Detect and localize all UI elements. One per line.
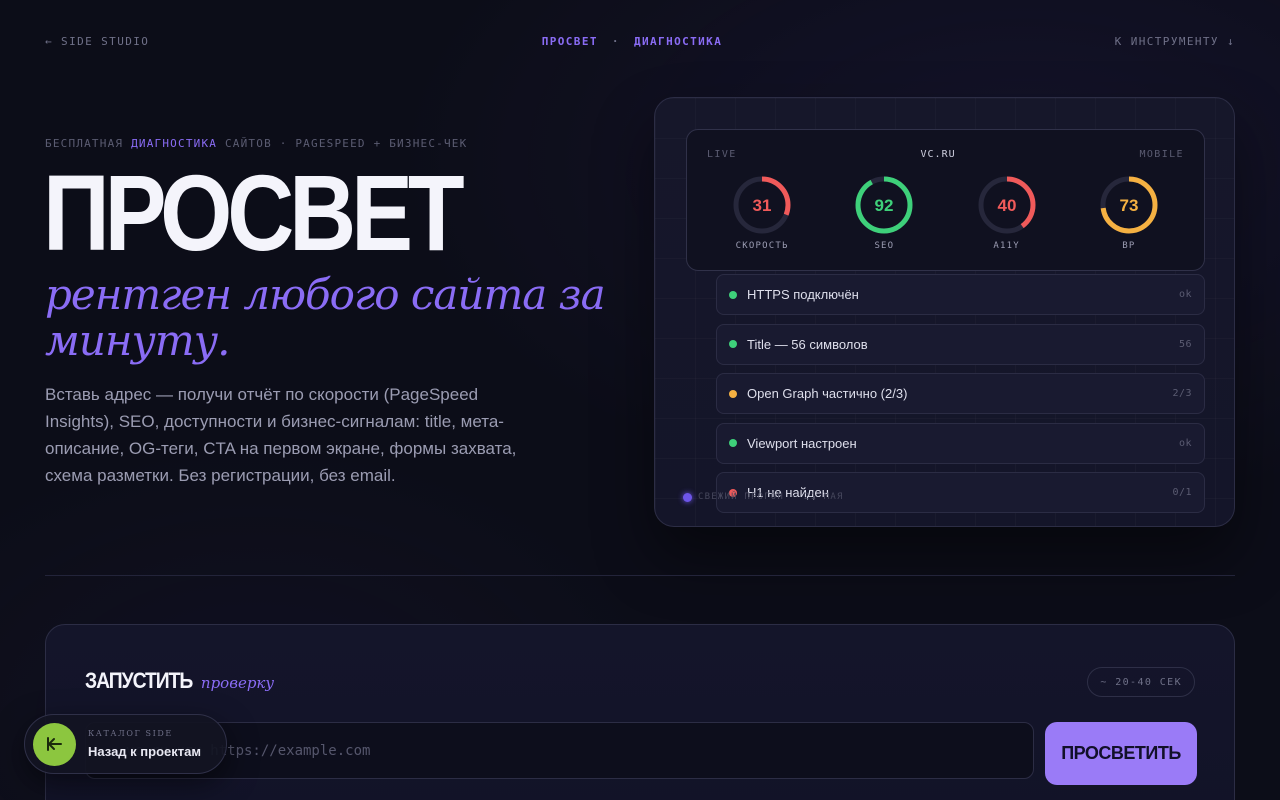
score-gauge: 40 A11Y [962, 174, 1052, 251]
gauge-label: A11Y [993, 241, 1020, 251]
gauge-ring: 73 [1100, 176, 1158, 234]
check-row: Title — 56 символов 56 [716, 323, 1205, 365]
check-value: 56 [1178, 338, 1192, 350]
fresh-run-text: СВЕЖИЙ ПРОГОН · 21 МАЯ [698, 492, 844, 502]
check-row: Viewport настроен ok [716, 422, 1205, 464]
check-row: HTTPS подключён ok [716, 274, 1205, 315]
gauge-value: 73 [1119, 196, 1138, 215]
run-check-panel: ЗАПУСТИТЬ проверку ~ 20-40 СЕК ПРОСВЕТИТ… [45, 624, 1235, 800]
score-gauge: 92 SEO [839, 174, 929, 251]
eyebrow-pre: БЕСПЛАТНАЯ [45, 137, 124, 150]
check-value: 0/1 [1172, 487, 1192, 498]
eta-badge: ~ 20-40 СЕК [1087, 667, 1195, 697]
scores-panel: LIVE VC.RU MOBILE 31 СКОРОСТЬ 92 SEO 40 A11Y 7… [686, 129, 1205, 271]
check-value: ok [1178, 437, 1192, 449]
status-dot-icon [729, 439, 737, 447]
gauge-label: СКОРОСТЬ [735, 241, 789, 251]
run-title-em: проверку [200, 674, 275, 692]
section-divider [45, 575, 1235, 576]
hero-title: ПРОСВЕТ [43, 152, 465, 273]
scan-button[interactable]: ПРОСВЕТИТЬ [1045, 722, 1197, 785]
check-label: Title — 56 символов [747, 336, 868, 352]
run-title-strong: ЗАПУСТИТЬ [85, 668, 193, 693]
hero-subtitle: рентген любого сайта за минуту. [45, 270, 606, 365]
gauge-ring: 92 [855, 176, 913, 234]
top-nav: ← SIDE STUDIO ПРОСВЕТ · ДИАГНОСТИКА К ИН… [45, 33, 1235, 49]
eyebrow-post: САЙТОВ · PAGESPEED + БИЗНЕС-ЧЕК [224, 137, 468, 150]
site-label: VC.RU [920, 149, 956, 160]
fresh-run-label: СВЕЖИЙ ПРОГОН · 21 МАЯ [683, 492, 844, 502]
fresh-dot-icon [683, 492, 692, 502]
gauge-ring: 40 [978, 176, 1036, 234]
live-label: LIVE [707, 149, 737, 160]
check-value: 2/3 [1172, 388, 1192, 399]
gauge-value: 31 [753, 196, 772, 215]
hero-description: Вставь адрес — получи отчёт по скорости … [45, 385, 517, 485]
url-input[interactable] [85, 722, 1034, 779]
arrow-left-icon[interactable] [33, 722, 76, 766]
status-dot-icon [729, 389, 737, 398]
gauge-label: SEO [874, 241, 895, 251]
brand-name[interactable]: ПРОСВЕТ [542, 35, 598, 48]
gauge-value: 92 [875, 196, 894, 215]
check-value: ok [1178, 289, 1192, 300]
breadcrumb-separator: · [611, 34, 620, 48]
back-pill-text: КАТАЛОГ SIDE Назад к проектам [88, 729, 201, 759]
check-label: HTTPS подключён [747, 287, 859, 302]
score-gauge: 31 СКОРОСТЬ [717, 174, 807, 251]
arrow-left-icon-svg [46, 737, 62, 751]
gauge-label: BP [1122, 241, 1136, 251]
back-to-projects-pill[interactable]: КАТАЛОГ SIDE Назад к проектам [24, 714, 227, 774]
eyebrow-accent: ДИАГНОСТИКА [131, 137, 218, 150]
catalog-label: КАТАЛОГ SIDE [88, 729, 173, 738]
scores-header: LIVE VC.RU MOBILE [707, 149, 1184, 160]
to-tool-link[interactable]: К ИНСТРУМЕНТУ ↓ [1115, 35, 1235, 48]
check-label: Open Graph частично (2/3) [747, 386, 908, 401]
score-gauges: 31 СКОРОСТЬ 92 SEO 40 A11Y 73 BP [687, 174, 1204, 251]
gauge-value: 40 [997, 196, 1016, 215]
device-label: MOBILE [1139, 149, 1184, 160]
check-row: Open Graph частично (2/3) 2/3 [716, 373, 1205, 414]
back-to-studio-link[interactable]: ← SIDE STUDIO [45, 35, 149, 48]
status-dot-icon [729, 340, 737, 348]
back-to-projects-label[interactable]: Назад к проектам [88, 744, 201, 759]
brand-breadcrumb: ПРОСВЕТ · ДИАГНОСТИКА [542, 35, 723, 48]
section-name: ДИАГНОСТИКА [633, 34, 723, 48]
gauge-ring: 31 [733, 176, 791, 234]
score-gauge: 73 BP [1084, 174, 1174, 251]
run-title: ЗАПУСТИТЬ проверку [85, 668, 274, 694]
check-label: Viewport настроен [747, 435, 857, 451]
status-dot-icon [729, 290, 737, 299]
hero-eyebrow: БЕСПЛАТНАЯ ДИАГНОСТИКА САЙТОВ · PAGESPEE… [45, 137, 467, 150]
checks-list: HTTPS подключён ok Title — 56 символов 56 Op… [716, 274, 1205, 522]
report-preview-card: LIVE VC.RU MOBILE 31 СКОРОСТЬ 92 SEO 40 A11Y 7… [654, 97, 1235, 527]
